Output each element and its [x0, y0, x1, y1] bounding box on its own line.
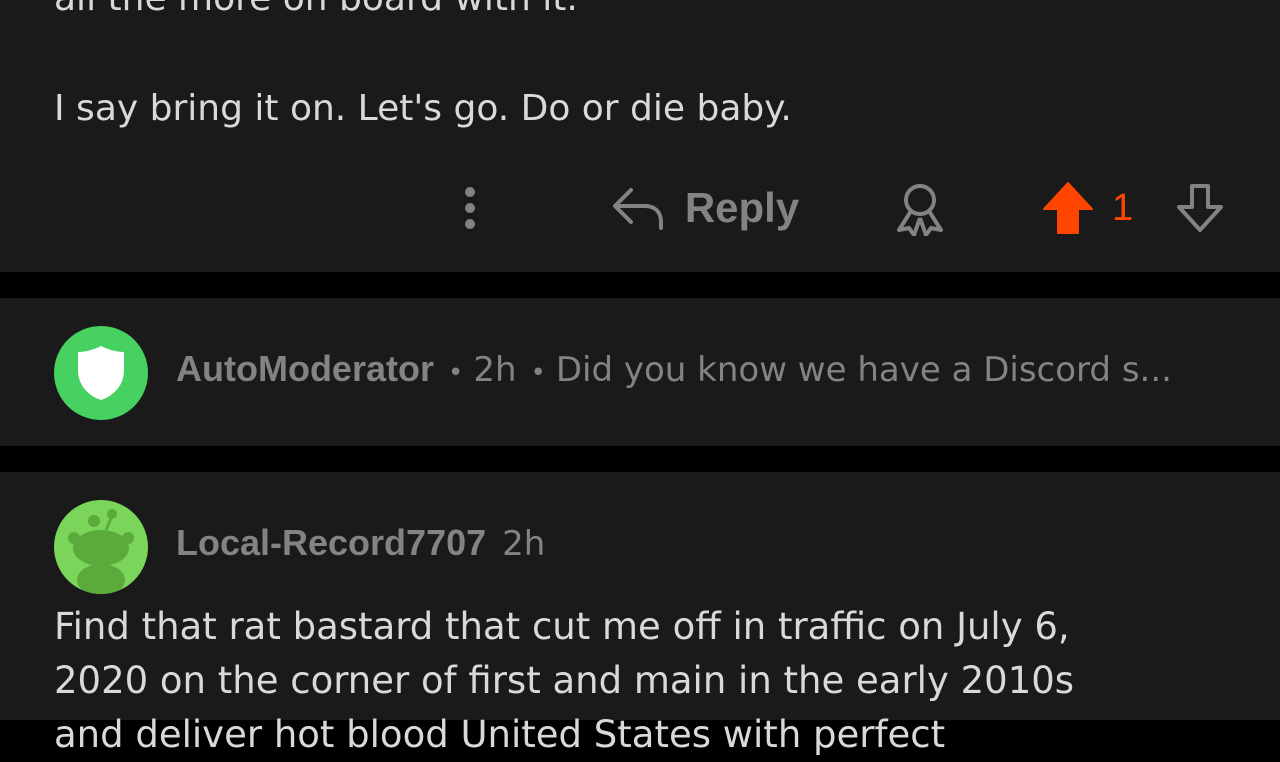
award-button[interactable] [888, 176, 952, 240]
comment-action-bar: Reply 1 [0, 176, 1280, 240]
comment-preview: Did you know we have a Discord s... [555, 350, 1172, 390]
automod-comment-collapsed[interactable]: AutoModerator • 2h • Did you know we hav… [0, 298, 1280, 446]
upvote-button[interactable] [1038, 176, 1098, 240]
user-avatar[interactable] [54, 500, 148, 594]
downvote-button[interactable] [1170, 176, 1230, 240]
separator-dot: • [447, 358, 464, 388]
username[interactable]: AutoModerator [176, 348, 434, 390]
downvote-arrow-icon [1177, 184, 1223, 232]
automod-meta: AutoModerator • 2h • Did you know we hav… [176, 348, 1172, 390]
comment-text: I say bring it on. Let's go. Do or die b… [54, 88, 792, 129]
automod-avatar[interactable] [54, 326, 148, 420]
comment-meta: Local-Record7707 2h [176, 522, 545, 564]
comment-card: Local-Record7707 2h Find that rat bastar… [0, 472, 1280, 756]
reply-button[interactable]: Reply [600, 176, 810, 240]
snoo-avatar-icon [68, 509, 134, 594]
more-vertical-icon [465, 187, 475, 229]
vote-count: 1 [1112, 186, 1134, 229]
separator-dot: • [530, 358, 546, 388]
shield-icon [78, 346, 124, 400]
comment-text-line: Find that rat bastard that cut me off in… [54, 605, 1070, 648]
comment-card: all the more on board with it. I say bri… [0, 0, 1280, 272]
username[interactable]: Local-Record7707 [176, 522, 486, 564]
comment-time: 2h [473, 350, 517, 390]
reply-label: Reply [684, 184, 800, 231]
comment-text-partial: all the more on board with it. [54, 0, 578, 26]
more-options-button[interactable] [448, 176, 492, 240]
comment-text-line: 2020 on the corner of first and main in … [54, 659, 1075, 702]
upvote-arrow-icon [1043, 182, 1093, 234]
comment-time: 2h [502, 524, 546, 564]
comment-text-line: and deliver hot blood United States with… [54, 713, 946, 756]
reply-arrow-icon [612, 188, 663, 230]
award-icon [897, 184, 943, 236]
